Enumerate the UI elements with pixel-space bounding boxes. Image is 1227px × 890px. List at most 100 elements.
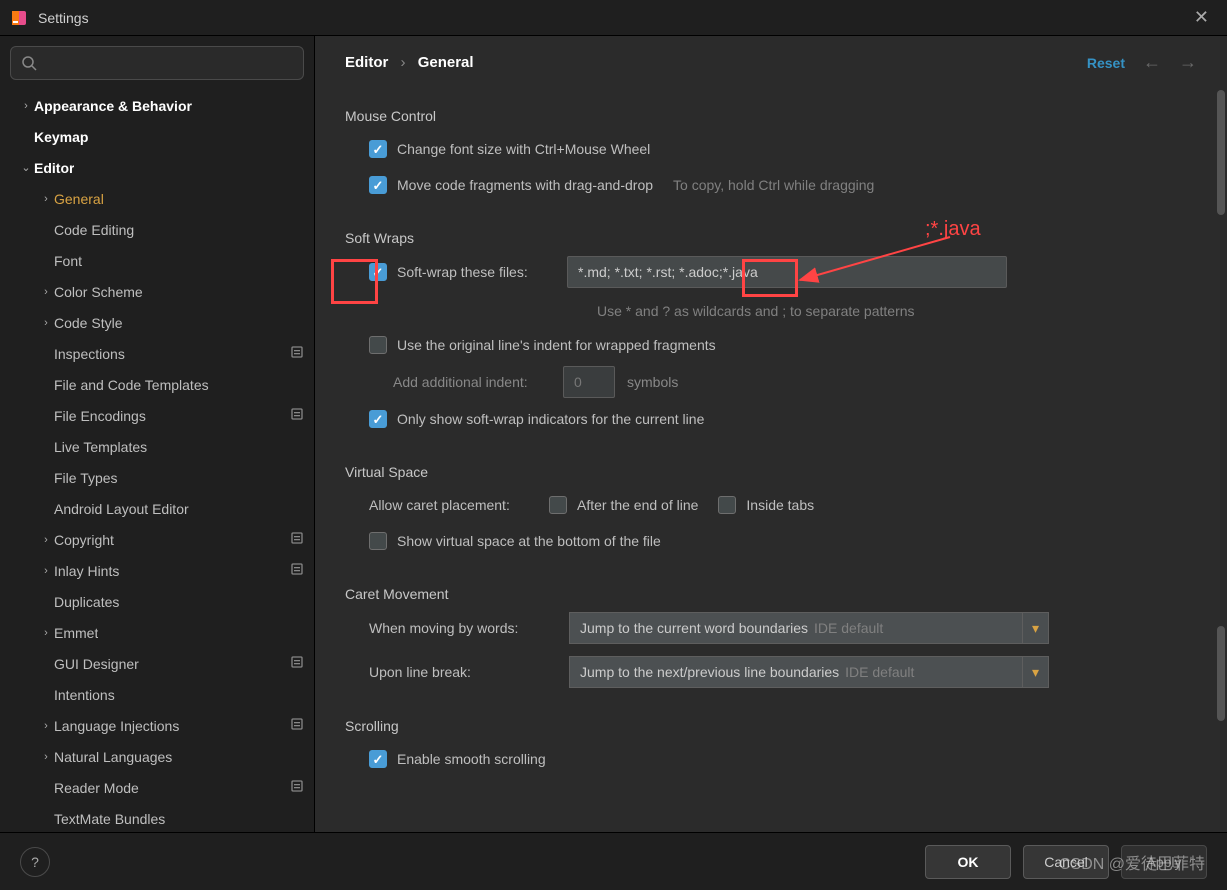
sidebar-item-color-scheme[interactable]: ›Color Scheme — [0, 276, 314, 307]
search-input[interactable] — [10, 46, 304, 80]
sidebar-item-file-encodings[interactable]: File Encodings — [0, 400, 314, 431]
help-button[interactable]: ? — [20, 847, 50, 877]
sidebar-item-natural-languages[interactable]: ›Natural Languages — [0, 741, 314, 772]
breadcrumb: Editor › General — [345, 54, 474, 71]
chevron-right-icon: › — [38, 720, 54, 732]
by-words-select[interactable]: Jump to the current word boundaries IDE … — [569, 612, 1049, 644]
only-show-indicators-label[interactable]: Only show soft-wrap indicators for the c… — [397, 411, 704, 427]
sidebar-item-file-and-code-templates[interactable]: File and Code Templates — [0, 369, 314, 400]
chevron-right-icon: › — [38, 751, 54, 763]
sidebar-item-label: Code Style — [54, 315, 122, 331]
cancel-button[interactable]: Cancel — [1023, 845, 1109, 879]
inside-tabs-checkbox[interactable] — [718, 496, 736, 514]
sidebar-item-duplicates[interactable]: Duplicates — [0, 586, 314, 617]
modified-icon — [290, 717, 304, 734]
sidebar-item-code-editing[interactable]: Code Editing — [0, 214, 314, 245]
chevron-down-icon: ▾ — [1022, 613, 1048, 643]
sidebar-item-file-types[interactable]: File Types — [0, 462, 314, 493]
show-virtual-space-label[interactable]: Show virtual space at the bottom of the … — [397, 533, 661, 549]
sidebar-item-label: Language Injections — [54, 718, 179, 734]
move-fragments-checkbox[interactable] — [369, 176, 387, 194]
change-font-checkbox[interactable] — [369, 140, 387, 158]
sidebar-item-inlay-hints[interactable]: ›Inlay Hints — [0, 555, 314, 586]
sidebar-item-label: Inspections — [54, 346, 125, 362]
titlebar: Settings ✕ — [0, 0, 1227, 36]
modified-icon — [290, 407, 304, 424]
sidebar-item-inspections[interactable]: Inspections — [0, 338, 314, 369]
sidebar-item-code-style[interactable]: ›Code Style — [0, 307, 314, 338]
window-title: Settings — [38, 10, 89, 26]
section-soft-wraps: Soft Wraps — [345, 230, 1197, 246]
sidebar-item-intentions[interactable]: Intentions — [0, 679, 314, 710]
sidebar-item-textmate-bundles[interactable]: TextMate Bundles — [0, 803, 314, 832]
search-icon — [21, 55, 37, 71]
breadcrumb-separator: › — [401, 54, 406, 71]
softwrap-checkbox[interactable] — [369, 263, 387, 281]
sidebar-item-reader-mode[interactable]: Reader Mode — [0, 772, 314, 803]
sidebar-item-label: Live Templates — [54, 439, 147, 455]
reset-link[interactable]: Reset — [1087, 55, 1125, 71]
content-panel: Editor › General Reset ← → Mouse Control — [315, 36, 1227, 832]
chevron-right-icon: › — [38, 534, 54, 546]
app-logo-icon — [10, 9, 28, 27]
line-break-select[interactable]: Jump to the next/previous line boundarie… — [569, 656, 1049, 688]
by-words-label: When moving by words: — [369, 620, 569, 636]
chevron-right-icon: › — [38, 565, 54, 577]
softwrap-label[interactable]: Soft-wrap these files: — [397, 264, 567, 280]
sidebar-item-keymap[interactable]: Keymap — [0, 121, 314, 152]
move-fragments-label[interactable]: Move code fragments with drag-and-drop — [397, 177, 653, 193]
section-scrolling: Scrolling — [345, 718, 1197, 734]
sidebar-item-gui-designer[interactable]: GUI Designer — [0, 648, 314, 679]
after-eol-label[interactable]: After the end of line — [577, 497, 698, 513]
additional-indent-input[interactable] — [563, 366, 615, 398]
sidebar-item-label: Font — [54, 253, 82, 269]
change-font-label[interactable]: Change font size with Ctrl+Mouse Wheel — [397, 141, 650, 157]
sidebar-item-font[interactable]: Font — [0, 245, 314, 276]
chevron-right-icon: › — [18, 100, 34, 112]
sidebar-item-label: Color Scheme — [54, 284, 143, 300]
modified-icon — [290, 531, 304, 548]
use-original-indent-label[interactable]: Use the original line's indent for wrapp… — [397, 337, 716, 353]
show-virtual-space-checkbox[interactable] — [369, 532, 387, 550]
sidebar-item-copyright[interactable]: ›Copyright — [0, 524, 314, 555]
softwrap-help: Use * and ? as wildcards and ; to separa… — [597, 303, 915, 319]
sidebar-item-label: Intentions — [54, 687, 115, 703]
line-break-label: Upon line break: — [369, 664, 569, 680]
breadcrumb-current: General — [418, 54, 474, 71]
sidebar-item-language-injections[interactable]: ›Language Injections — [0, 710, 314, 741]
breadcrumb-root[interactable]: Editor — [345, 54, 388, 71]
nav-forward-icon[interactable]: → — [1179, 52, 1197, 73]
settings-tree[interactable]: ›Appearance & BehaviorKeymap⌄Editor›Gene… — [0, 90, 314, 832]
sidebar-item-emmet[interactable]: ›Emmet — [0, 617, 314, 648]
smooth-scrolling-checkbox[interactable] — [369, 750, 387, 768]
sidebar: ›Appearance & BehaviorKeymap⌄Editor›Gene… — [0, 36, 315, 832]
smooth-scrolling-label[interactable]: Enable smooth scrolling — [397, 751, 546, 767]
inside-tabs-label[interactable]: Inside tabs — [746, 497, 814, 513]
chevron-right-icon: › — [38, 193, 54, 205]
sidebar-item-label: Copyright — [54, 532, 114, 548]
sidebar-item-general[interactable]: ›General — [0, 183, 314, 214]
ok-button[interactable]: OK — [925, 845, 1011, 879]
close-button[interactable]: ✕ — [1186, 3, 1217, 32]
apply-button[interactable]: Apply — [1121, 845, 1207, 879]
allow-caret-label: Allow caret placement: — [369, 497, 549, 513]
chevron-down-icon: ▾ — [1022, 657, 1048, 687]
sidebar-item-editor[interactable]: ⌄Editor — [0, 152, 314, 183]
section-caret-movement: Caret Movement — [345, 586, 1197, 602]
nav-back-icon[interactable]: ← — [1143, 52, 1161, 73]
sidebar-item-android-layout-editor[interactable]: Android Layout Editor — [0, 493, 314, 524]
scrollbar[interactable] — [1215, 90, 1227, 832]
softwrap-patterns-input[interactable] — [567, 256, 1007, 288]
modified-icon — [290, 562, 304, 579]
sidebar-item-appearance-behavior[interactable]: ›Appearance & Behavior — [0, 90, 314, 121]
use-original-indent-checkbox[interactable] — [369, 336, 387, 354]
modified-icon — [290, 655, 304, 672]
sidebar-item-live-templates[interactable]: Live Templates — [0, 431, 314, 462]
after-eol-checkbox[interactable] — [549, 496, 567, 514]
sidebar-item-label: Keymap — [34, 129, 88, 145]
sidebar-item-label: Android Layout Editor — [54, 501, 189, 517]
sidebar-item-label: Emmet — [54, 625, 98, 641]
sidebar-item-label: GUI Designer — [54, 656, 139, 672]
sidebar-item-label: General — [54, 191, 104, 207]
only-show-indicators-checkbox[interactable] — [369, 410, 387, 428]
